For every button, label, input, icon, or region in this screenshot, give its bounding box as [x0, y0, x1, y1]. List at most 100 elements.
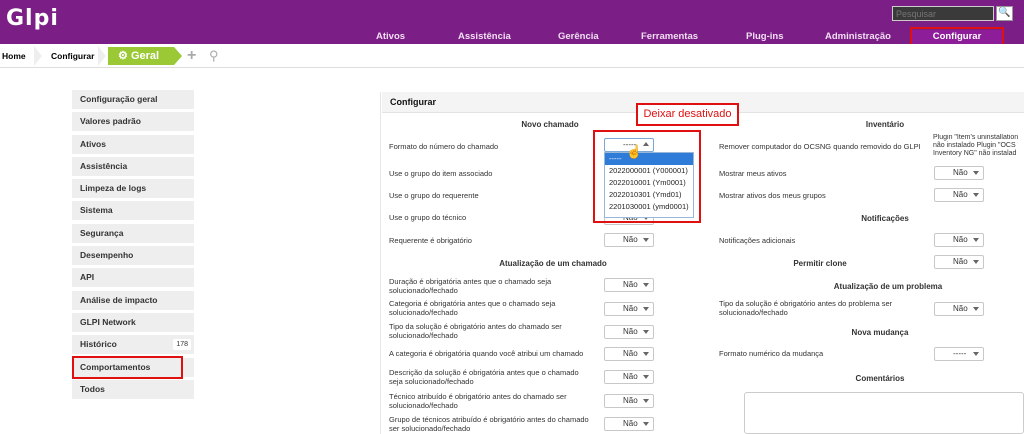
select-value: Não — [953, 168, 968, 177]
field-label-tipo-solucao-problema: Tipo da solução é obrigatório antes do p… — [719, 299, 893, 317]
field-label-categoria-atribuir: A categoria é obrigatória quando você at… — [389, 349, 584, 358]
menu-ferramentas[interactable]: Ferramentas — [641, 30, 698, 44]
breadcrumb: Home Configurar ⚙ Geral + ⚲ — [0, 44, 1024, 68]
search-input[interactable] — [892, 6, 994, 21]
field-label-tecnico-atribuido: Técnico atribuído é obrigatório antes do… — [389, 392, 567, 410]
comportamentos-highlight-box — [72, 356, 183, 379]
select-tipo-solucao-chamado[interactable]: Não — [604, 325, 654, 339]
select-value: Não — [623, 372, 638, 381]
select-value: Não — [623, 419, 638, 428]
sidebar-item-todos[interactable]: Todos — [72, 379, 194, 399]
chevron-down-icon — [973, 193, 979, 197]
sidebar-item-api[interactable]: API — [72, 268, 194, 288]
select-value: Não — [953, 257, 968, 266]
select-formato-mudanca[interactable]: ----- — [934, 347, 984, 361]
menu-gerencia[interactable]: Gerência — [558, 30, 599, 44]
chevron-down-icon — [973, 238, 979, 242]
section-atualizacao-problema: Atualização de um problema — [833, 282, 943, 291]
sidebar-item-assistencia[interactable]: Assistência — [72, 156, 194, 176]
field-label-tipo-solucao-chamado: Tipo da solução é obrigatório antes do c… — [389, 322, 562, 340]
section-comentarios: Comentários — [855, 374, 905, 383]
field-label-formato-mudanca: Formato numérico da mudança — [719, 349, 824, 358]
sidebar-item-analise-de-impacto[interactable]: Análise de impacto — [72, 290, 194, 310]
sidebar-item-desempenho[interactable]: Desempenho — [72, 246, 194, 266]
section-atualizacao-chamado: Atualização de um chamado — [499, 259, 607, 268]
breadcrumb-separator — [98, 46, 106, 66]
gear-icon: ⚙ — [118, 50, 128, 62]
select-permitir-clone[interactable]: Não — [934, 255, 984, 269]
field-label-grupo-tecnico: Use o grupo do técnico — [389, 213, 467, 222]
field-label-grupo-item: Use o grupo do item associado — [389, 169, 493, 178]
menu-ativos[interactable]: Ativos — [376, 30, 405, 44]
main-menu: Ativos Assistência Gerência Ferramentas … — [0, 30, 1024, 44]
chevron-down-icon — [973, 352, 979, 356]
select-categoria-atribuir[interactable]: Não — [604, 347, 654, 361]
select-value: Não — [953, 304, 968, 313]
select-duracao-obrigatoria[interactable]: Não — [604, 278, 654, 292]
field-label-notificacoes-adicionais: Notificações adicionais — [719, 236, 796, 245]
sidebar-item-glpi-network[interactable]: GLPI Network — [72, 312, 194, 332]
sidebar-item-ativos[interactable]: Ativos — [72, 134, 194, 154]
select-notificacoes-adicionais[interactable]: Não — [934, 233, 984, 247]
section-novo-chamado: Novo chamado — [521, 120, 579, 129]
select-categoria-obrigatoria[interactable]: Não — [604, 302, 654, 316]
count-badge: 178 — [173, 339, 191, 351]
chevron-down-icon — [643, 352, 649, 356]
select-value: Não — [623, 280, 638, 289]
select-grupo-tecnicos[interactable]: Não — [604, 417, 654, 431]
sidebar-item-configuracao-geral[interactable]: Configuração geral — [72, 90, 194, 109]
breadcrumb-configurar[interactable]: Configurar — [51, 51, 94, 61]
select-value: Não — [623, 396, 638, 405]
select-value: Não — [953, 235, 968, 244]
field-label-grupo-requerente: Use o grupo do requerente — [389, 191, 479, 200]
breadcrumb-geral[interactable]: ⚙ Geral — [108, 47, 174, 65]
sidebar-item-limpeza-de-logs[interactable]: Limpeza de logs — [72, 179, 194, 199]
section-inventario: Inventário — [865, 120, 905, 129]
glpi-logo[interactable]: Glpi — [6, 6, 59, 31]
section-notificacoes: Notificações — [861, 214, 909, 223]
chevron-down-icon — [643, 422, 649, 426]
dropdown-highlight-box — [593, 130, 701, 223]
field-label-mostrar-ativos-grupos: Mostrar ativos dos meus grupos — [719, 191, 826, 200]
plus-icon[interactable]: + — [187, 47, 196, 65]
sidebar-item-label: Histórico — [80, 339, 117, 350]
chevron-down-icon — [643, 307, 649, 311]
chevron-down-icon — [973, 307, 979, 311]
select-mostrar-ativos-grupos[interactable]: Não — [934, 188, 984, 202]
chevron-down-icon — [643, 238, 649, 242]
breadcrumb-geral-label: Geral — [130, 50, 160, 62]
comentarios-textarea[interactable] — [744, 392, 1024, 434]
breadcrumb-separator — [34, 46, 42, 66]
sidebar-item-historico[interactable]: Histórico 178 — [72, 335, 194, 355]
search-list-icon[interactable]: ⚲ — [209, 48, 219, 64]
select-requerente-obrigatorio[interactable]: Não — [604, 233, 654, 247]
field-label-remover-ocsng: Remover computador do OCSNG quando remov… — [719, 142, 921, 151]
plugin-note: Plugin "Item's uninstallation não instal… — [933, 134, 1019, 157]
search-icon[interactable]: 🔍 — [996, 6, 1013, 21]
chevron-down-icon — [643, 375, 649, 379]
section-nova-mudanca: Nova mudança — [851, 328, 909, 337]
chevron-down-icon — [643, 283, 649, 287]
top-header: Glpi 🔍 Ativos Assistência Gerência Ferra… — [0, 0, 1024, 44]
sidebar-item-valores-padrao[interactable]: Valores padrão — [72, 112, 194, 132]
select-value: ----- — [953, 349, 967, 358]
chevron-down-icon — [643, 330, 649, 334]
menu-assistencia[interactable]: Assistência — [458, 30, 511, 44]
global-search: 🔍 — [892, 6, 1014, 21]
select-tecnico-atribuido[interactable]: Não — [604, 394, 654, 408]
sidebar-item-sistema[interactable]: Sistema — [72, 201, 194, 221]
select-descricao-solucao[interactable]: Não — [604, 370, 654, 384]
breadcrumb-arrow — [174, 47, 182, 65]
field-label-requerente-obrigatorio: Requerente é obrigatório — [389, 236, 472, 245]
breadcrumb-home[interactable]: Home — [2, 51, 26, 61]
sidebar-item-seguranca[interactable]: Segurança — [72, 223, 194, 243]
menu-administracao[interactable]: Administração — [825, 30, 891, 44]
field-label-mostrar-meus-ativos: Mostrar meus ativos — [719, 169, 787, 178]
chevron-down-icon — [973, 171, 979, 175]
menu-plugins[interactable]: Plug-ins — [746, 30, 783, 44]
field-label-grupo-tecnicos: Grupo de técnicos atribuído é obrigatóri… — [389, 415, 589, 433]
select-value: Não — [623, 327, 638, 336]
select-mostrar-meus-ativos[interactable]: Não — [934, 166, 984, 180]
field-label-formato-numero: Formato do número do chamado — [389, 142, 499, 151]
select-tipo-solucao-problema[interactable]: Não — [934, 302, 984, 316]
